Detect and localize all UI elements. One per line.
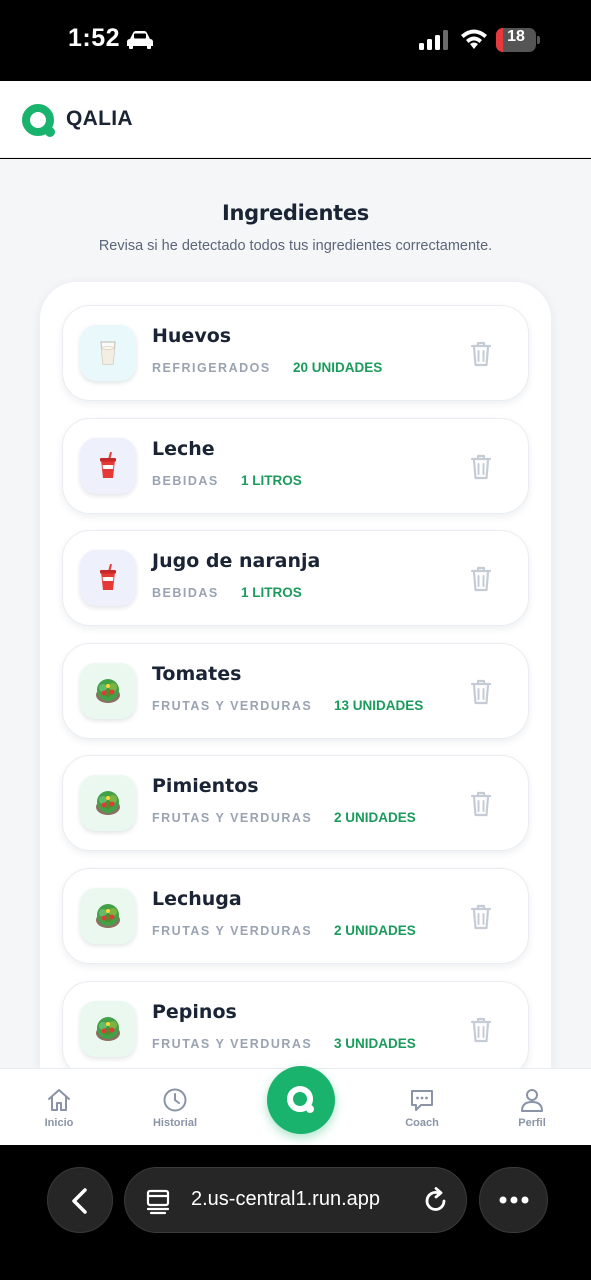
- reload-icon[interactable]: [423, 1187, 449, 1215]
- ingredient-card[interactable]: Leche BEBIDAS 1 LITROS: [62, 417, 529, 514]
- soda-cup-icon: [80, 550, 136, 607]
- status-bar: 1:52 18: [0, 0, 591, 81]
- more-icon: [499, 1196, 529, 1204]
- ingredient-category: BEBIDAS: [152, 586, 219, 601]
- qalia-logo-icon[interactable]: [22, 103, 56, 137]
- trash-icon[interactable]: [468, 1015, 494, 1043]
- more-button[interactable]: [479, 1167, 548, 1233]
- nav-label-coach: Coach: [405, 1117, 439, 1129]
- ingredient-quantity: 1 LITROS: [241, 472, 302, 488]
- wifi-icon: [461, 29, 487, 49]
- ingredient-card[interactable]: Jugo de naranja BEBIDAS 1 LITROS: [62, 530, 529, 627]
- ingredient-name: Tomates: [152, 662, 242, 685]
- salad-icon: [80, 662, 136, 719]
- home-icon: [48, 1089, 70, 1111]
- url-text: 2.us-central1.run.app: [191, 1188, 381, 1210]
- ingredient-name: Pimientos: [152, 775, 259, 798]
- clock-icon: [163, 1088, 187, 1112]
- app-header: QALIA: [0, 81, 591, 158]
- trash-icon[interactable]: [468, 564, 494, 592]
- salad-icon: [80, 775, 136, 832]
- nav-perfil[interactable]: Perfil: [492, 1069, 572, 1146]
- trash-icon[interactable]: [468, 452, 494, 480]
- nav-coach[interactable]: Coach: [382, 1069, 462, 1146]
- ingredient-card[interactable]: Pimientos FRUTAS Y VERDURAS 2 UNIDADES: [62, 755, 529, 852]
- user-icon: [521, 1089, 543, 1112]
- brand-name: QALIA: [66, 107, 133, 130]
- ingredient-quantity: 1 LITROS: [241, 585, 302, 601]
- ingredient-card[interactable]: Tomates FRUTAS Y VERDURAS 13 UNIDADES: [62, 642, 529, 739]
- ingredient-name: Leche: [152, 437, 215, 460]
- ingredient-category: FRUTAS Y VERDURAS: [152, 924, 313, 938]
- ingredient-card[interactable]: Huevos REFRIGERADOS 20 UNIDADES: [62, 305, 529, 401]
- back-arrow-icon: [72, 1188, 87, 1214]
- ingredient-name: Huevos: [152, 325, 232, 347]
- battery-level: 18: [507, 28, 525, 45]
- nav-inicio[interactable]: Inicio: [19, 1069, 99, 1146]
- nav-label-inicio: Inicio: [44, 1117, 74, 1129]
- ingredient-category: FRUTAS Y VERDURAS: [152, 1036, 313, 1051]
- ingredient-card[interactable]: Lechuga FRUTAS Y VERDURAS 2 UNIDADES: [62, 868, 529, 964]
- trash-icon[interactable]: [468, 339, 494, 367]
- trash-icon[interactable]: [468, 902, 494, 930]
- ingredient-name: Jugo de naranja: [152, 550, 321, 573]
- ingredient-quantity: 13 UNIDADES: [334, 697, 424, 713]
- ingredient-category: FRUTAS Y VERDURAS: [152, 811, 313, 826]
- nav-label-historial: Historial: [152, 1117, 197, 1129]
- ingredient-category: BEBIDAS: [152, 473, 219, 488]
- back-button[interactable]: [47, 1167, 113, 1233]
- ingredient-card[interactable]: Pepinos FRUTAS Y VERDURAS 3 UNIDADES: [62, 980, 529, 1068]
- soda-cup-icon: [80, 437, 136, 494]
- ingredient-category: REFRIGERADOS: [152, 361, 271, 375]
- milk-glass-icon: [80, 325, 136, 381]
- ingredient-name: Pepinos: [152, 1000, 237, 1023]
- browser-toolbar: 2.us-central1.run.app: [0, 1145, 591, 1280]
- address-bar[interactable]: 2.us-central1.run.app: [124, 1167, 467, 1233]
- main-content: Ingredientes Revisa si he detectado todo…: [0, 159, 591, 1068]
- ingredient-quantity: 3 UNIDADES: [334, 1035, 416, 1051]
- ingredient-name: Lechuga: [152, 888, 242, 910]
- car-icon: [127, 31, 153, 49]
- nav-label-perfil: Perfil: [518, 1117, 546, 1129]
- page-subtitle: Revisa si he detectado todos tus ingredi…: [98, 238, 493, 254]
- ingredient-quantity: 2 UNIDADES: [334, 810, 416, 826]
- ingredient-quantity: 2 UNIDADES: [334, 923, 416, 938]
- tabs-icon: [146, 1189, 170, 1215]
- trash-icon[interactable]: [468, 789, 494, 817]
- ingredient-quantity: 20 UNIDADES: [293, 360, 383, 375]
- battery-icon: 18: [496, 28, 540, 52]
- trash-icon[interactable]: [468, 677, 494, 705]
- center-action-button[interactable]: [267, 1066, 335, 1134]
- page-title: Ingredientes: [222, 201, 369, 225]
- salad-icon: [80, 888, 136, 944]
- chat-icon: [411, 1090, 433, 1111]
- status-time: 1:52: [68, 24, 121, 52]
- nav-historial[interactable]: Historial: [135, 1069, 215, 1146]
- salad-icon: [80, 1000, 136, 1057]
- signal-icon: [419, 30, 448, 50]
- ingredient-category: FRUTAS Y VERDURAS: [152, 698, 313, 713]
- qalia-logo-icon: [287, 1086, 314, 1113]
